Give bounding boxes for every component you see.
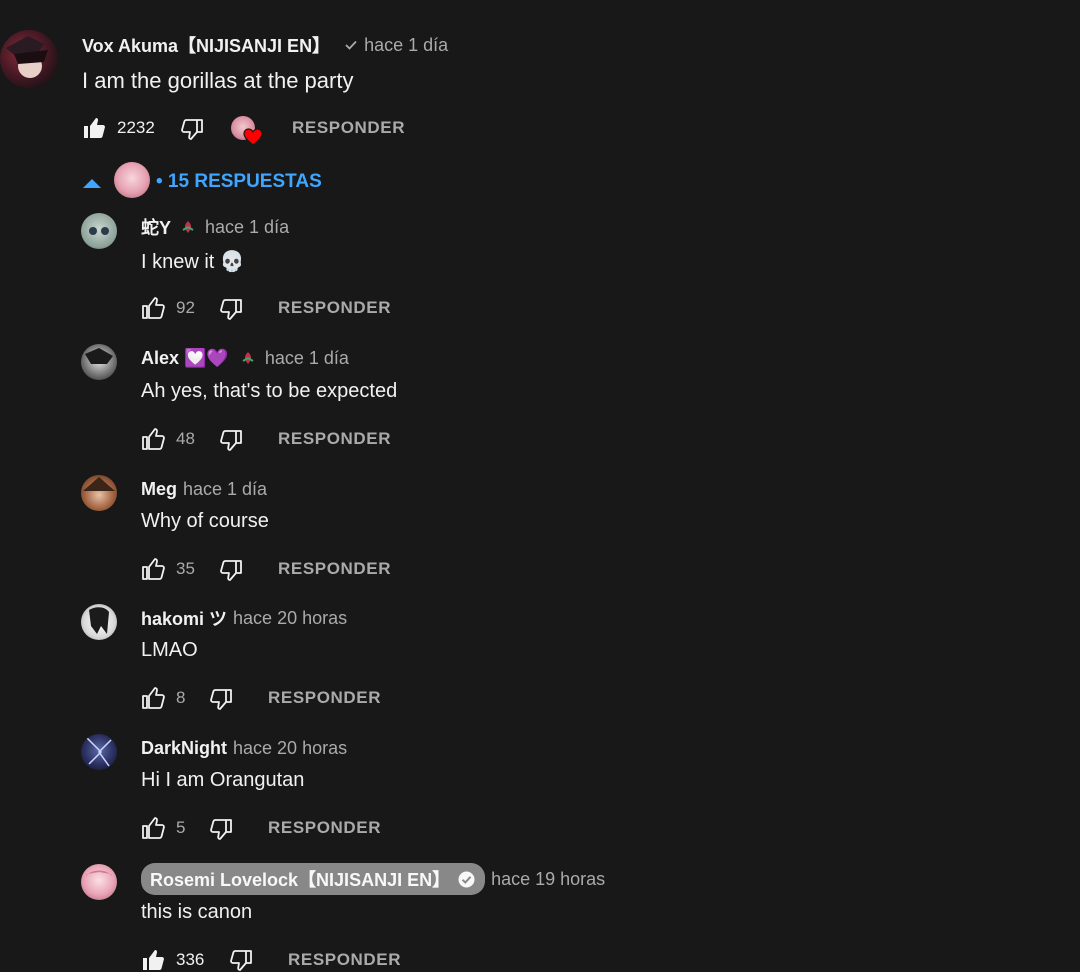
reply-button[interactable]: RESPONDER	[268, 688, 381, 708]
reply-text: LMAO	[141, 639, 198, 661]
like-count: 5	[176, 818, 186, 837]
dislike-button[interactable]	[229, 948, 253, 972]
reply-button[interactable]: RESPONDER	[288, 950, 401, 970]
reply-author: Rosemi Lovelock【NIJISANJI EN】	[150, 870, 451, 890]
reply-time[interactable]: hace 20 horas	[233, 738, 347, 759]
reply-time[interactable]: hace 20 horas	[233, 608, 347, 629]
avatar-art	[83, 477, 115, 491]
avatar[interactable]	[81, 734, 117, 770]
replies-count-label: • 15 RESPUESTAS	[156, 171, 322, 192]
thumbs-up-filled-icon	[84, 118, 105, 138]
thumbs-down-icon	[230, 950, 252, 971]
reply-text: this is canon	[141, 901, 253, 923]
like-button[interactable]	[141, 427, 165, 451]
reply-text: Ah yes, that's to be expected	[141, 380, 398, 402]
reply-button[interactable]: RESPONDER	[292, 118, 405, 138]
avatar[interactable]	[81, 213, 117, 249]
thumbs-down-icon	[220, 430, 242, 451]
like-button[interactable]	[141, 296, 165, 320]
avatar-art	[89, 227, 109, 235]
avatar-art	[89, 607, 109, 634]
like-button[interactable]	[141, 816, 165, 840]
like-count: 92	[176, 298, 195, 317]
reply-time[interactable]: hace 19 horas	[491, 869, 605, 890]
member-badge-icon	[181, 219, 195, 235]
thumbs-up-filled-icon	[143, 950, 164, 970]
thumbs-up-icon	[142, 428, 165, 450]
like-button[interactable]	[141, 557, 165, 581]
reply-button[interactable]: RESPONDER	[268, 818, 381, 838]
like-button[interactable]	[82, 116, 106, 140]
dislike-button[interactable]	[219, 297, 243, 321]
dislike-button[interactable]	[180, 117, 204, 141]
reply-text: I knew it 💀	[141, 251, 245, 273]
like-button[interactable]	[141, 948, 165, 972]
heart-icon	[243, 128, 263, 146]
reply-button[interactable]: RESPONDER	[278, 559, 391, 579]
like-count: 2232	[117, 118, 155, 137]
thumbs-up-icon	[142, 687, 165, 709]
avatar[interactable]	[81, 344, 117, 380]
thumbs-down-icon	[181, 119, 203, 140]
reply-author[interactable]: 蛇Y	[141, 214, 171, 240]
like-count: 8	[176, 688, 186, 707]
thumbs-down-icon	[210, 819, 232, 840]
creator-avatar	[114, 162, 150, 198]
comment-time[interactable]: hace 1 día	[364, 35, 448, 56]
thumbs-down-icon	[220, 299, 242, 320]
reply-button[interactable]: RESPONDER	[278, 298, 391, 318]
comment-author[interactable]: Vox Akuma【NIJISANJI EN】	[82, 32, 330, 58]
thumbs-up-icon	[142, 817, 165, 839]
reply-author[interactable]: hakomi ツ	[141, 605, 227, 631]
thumbs-up-icon	[142, 297, 165, 319]
like-count: 336	[176, 950, 205, 969]
reply-time[interactable]: hace 1 día	[265, 348, 349, 369]
avatar[interactable]	[81, 864, 117, 900]
avatar[interactable]	[81, 604, 117, 640]
like-count: 35	[176, 559, 195, 578]
reply-button[interactable]: RESPONDER	[278, 429, 391, 449]
creator-heart	[231, 116, 265, 148]
dislike-button[interactable]	[219, 558, 243, 582]
dislike-button[interactable]	[209, 817, 233, 841]
thumbs-down-icon	[210, 689, 232, 710]
comment-text: I am the gorillas at the party	[82, 68, 354, 93]
like-count: 48	[176, 429, 195, 448]
thumbs-up-icon	[142, 558, 165, 580]
verified-badge-icon	[458, 871, 475, 887]
avatar-art	[85, 870, 113, 878]
dislike-button[interactable]	[219, 428, 243, 452]
avatar-art	[85, 348, 113, 364]
verified-check-icon	[344, 38, 358, 52]
reply-text: Why of course	[141, 510, 269, 532]
reply-time[interactable]: hace 1 día	[183, 479, 267, 500]
reply-text: Hi I am Orangutan	[141, 769, 305, 791]
chevron-up-icon	[83, 179, 101, 188]
avatar[interactable]	[0, 30, 58, 88]
creator-name-badge[interactable]: Rosemi Lovelock【NIJISANJI EN】	[141, 863, 486, 895]
avatar-art	[86, 737, 112, 767]
avatar[interactable]	[81, 475, 117, 511]
dislike-button[interactable]	[209, 687, 233, 711]
avatar-art	[6, 36, 48, 78]
reply-time[interactable]: hace 1 día	[205, 217, 289, 238]
reply-author[interactable]: DarkNight	[141, 738, 227, 759]
reply-author[interactable]: Alex 💟💜	[141, 348, 229, 369]
thumbs-down-icon	[220, 560, 242, 581]
like-button[interactable]	[141, 686, 165, 710]
replies-toggle[interactable]: • 15 RESPUESTAS	[82, 162, 352, 200]
member-badge-icon	[241, 350, 255, 366]
reply-author[interactable]: Meg	[141, 479, 177, 500]
